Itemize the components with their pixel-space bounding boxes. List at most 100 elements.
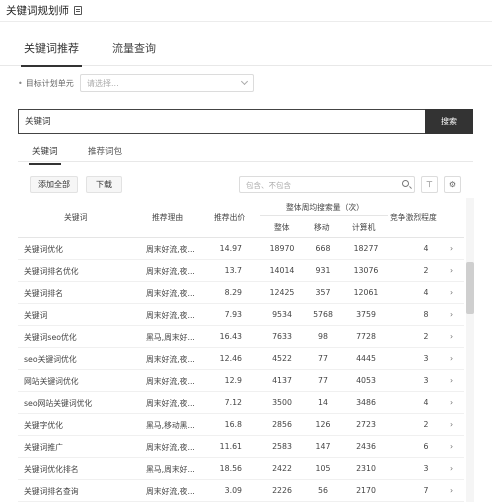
- chevron-right-icon[interactable]: ›: [450, 244, 453, 253]
- keyword-cell: 关键词seo优化: [24, 333, 77, 342]
- bid-cell: 16.8: [224, 420, 242, 429]
- chevron-right-icon[interactable]: ›: [450, 442, 453, 451]
- mobile-volume-cell: 668: [315, 244, 331, 253]
- mobile-volume-cell: 126: [315, 420, 331, 429]
- mobile-volume-cell: 105: [315, 464, 331, 473]
- total-volume-cell: 3500: [272, 398, 292, 407]
- pc-volume-cell: 3486: [356, 398, 376, 407]
- chevron-right-icon[interactable]: ›: [450, 310, 453, 319]
- mobile-volume-cell: 77: [318, 376, 328, 385]
- reason-cell: 周末好流,夜...: [146, 443, 195, 452]
- total-volume-cell: 18970: [269, 244, 295, 253]
- pc-volume-cell: 4445: [356, 354, 376, 363]
- total-volume-cell: 2856: [272, 420, 292, 429]
- filter-input[interactable]: 包含、不包含: [239, 176, 415, 193]
- pc-volume-cell: 2436: [356, 442, 376, 451]
- filter-icon[interactable]: ⊤: [421, 176, 438, 193]
- table-row[interactable]: 网站关键词优化 周末好流,夜... 12.9 4137 77 4053 3 ›: [18, 370, 464, 392]
- add-all-button[interactable]: 添加全部: [30, 176, 78, 193]
- table-row[interactable]: 关键词推广 周末好流,夜... 11.61 2583 147 2436 6 ›: [18, 436, 464, 458]
- total-volume-cell: 4137: [272, 376, 292, 385]
- header-total[interactable]: 整体: [274, 222, 290, 233]
- bid-cell: 11.61: [219, 442, 242, 451]
- header-bid[interactable]: 推荐出价: [214, 212, 245, 223]
- chevron-right-icon[interactable]: ›: [450, 376, 453, 385]
- table-body: 关键词优化 周末好流,夜... 14.97 18970 668 18277 4 › 关键词排名优…: [18, 238, 464, 502]
- table-row[interactable]: 关键字优化 黑马,移动黑... 16.8 2856 126 2723 2 ›: [18, 414, 464, 436]
- table-header: 关键词 推荐理由 推荐出价 整体周均搜索量（次） 整体 移动 计算机 竞争激烈程…: [18, 198, 464, 238]
- reason-cell: 黑马,周末好...: [146, 333, 195, 342]
- chevron-right-icon[interactable]: ›: [450, 354, 453, 363]
- competition-cell: 6: [423, 442, 429, 451]
- document-icon[interactable]: [74, 6, 82, 15]
- chevron-right-icon[interactable]: ›: [450, 464, 453, 473]
- table-row[interactable]: 关键词排名查询 周末好流,夜... 3.09 2226 56 2170 7 ›: [18, 480, 464, 502]
- bid-cell: 12.9: [224, 376, 242, 385]
- pc-volume-cell: 2723: [356, 420, 376, 429]
- table-row[interactable]: 关键词排名优化 周末好流,夜... 13.7 14014 931 13076 2 ›: [18, 260, 464, 282]
- keyword-search-input[interactable]: [19, 110, 419, 132]
- header-competition[interactable]: 竞争激烈程度: [390, 212, 437, 223]
- gear-icon[interactable]: ⚙: [444, 176, 461, 193]
- keyword-cell: 关键词: [24, 311, 48, 320]
- competition-cell: 4: [423, 244, 429, 253]
- competition-cell: 2: [423, 332, 429, 341]
- tab-traffic-query[interactable]: 流量查询: [112, 40, 156, 56]
- table-row[interactable]: 关键词 周末好流,夜... 7.93 9534 5768 3759 8 ›: [18, 304, 464, 326]
- competition-cell: 3: [423, 354, 429, 363]
- table-row[interactable]: 关键词优化排名 黑马,周末好... 18.56 2422 105 2310 3 ›: [18, 458, 464, 480]
- filter-placeholder: 包含、不包含: [246, 181, 291, 190]
- scrollbar-track[interactable]: [466, 198, 474, 502]
- header-group-divider: [260, 215, 388, 216]
- total-volume-cell: 12425: [269, 288, 295, 297]
- pc-volume-cell: 2310: [356, 464, 376, 473]
- mobile-volume-cell: 98: [318, 332, 328, 341]
- main-tabs: 关键词推荐 流量查询: [0, 32, 492, 67]
- competition-cell: 8: [423, 310, 429, 319]
- chevron-right-icon[interactable]: ›: [450, 486, 453, 495]
- reason-cell: 黑马,移动黑...: [146, 421, 195, 430]
- competition-cell: 4: [423, 398, 429, 407]
- reason-cell: 周末好流,夜...: [146, 399, 195, 408]
- total-volume-cell: 2226: [272, 486, 292, 495]
- mobile-volume-cell: 147: [315, 442, 331, 451]
- table-toolbar: 添加全部 下载 包含、不包含 ⊤ ⚙: [18, 176, 473, 194]
- target-unit-select[interactable]: 请选择...: [80, 74, 254, 92]
- total-volume-cell: 2583: [272, 442, 292, 451]
- table-row[interactable]: 关键词优化 周末好流,夜... 14.97 18970 668 18277 4 ›: [18, 238, 464, 260]
- subtab-keywords[interactable]: 关键词: [29, 145, 60, 165]
- chevron-right-icon[interactable]: ›: [450, 420, 453, 429]
- keyword-cell: 关键词优化排名: [24, 465, 79, 474]
- header-reason[interactable]: 推荐理由: [152, 212, 183, 223]
- app-title: 关键词规划师: [6, 5, 69, 17]
- total-volume-cell: 2422: [272, 464, 292, 473]
- pc-volume-cell: 13076: [353, 266, 379, 275]
- chevron-right-icon[interactable]: ›: [450, 288, 453, 297]
- table-row[interactable]: seo网站关键词优化 周末好流,夜... 7.12 3500 14 3486 4 ›: [18, 392, 464, 414]
- total-volume-cell: 14014: [269, 266, 295, 275]
- table-row[interactable]: 关键词seo优化 黑马,周末好... 16.43 7633 98 7728 2 ›: [18, 326, 464, 348]
- chevron-right-icon[interactable]: ›: [450, 398, 453, 407]
- header-keyword[interactable]: 关键词: [64, 212, 87, 223]
- table-row[interactable]: 关键词排名 周末好流,夜... 8.29 12425 357 12061 4 ›: [18, 282, 464, 304]
- chevron-right-icon[interactable]: ›: [450, 332, 453, 341]
- search-icon[interactable]: [402, 180, 409, 187]
- mobile-volume-cell: 5768: [313, 310, 333, 319]
- keyword-cell: 关键词排名查询: [24, 487, 79, 496]
- bid-cell: 3.09: [224, 486, 242, 495]
- tab-keyword-recommend[interactable]: 关键词推荐: [21, 40, 82, 67]
- subtab-recommended-packs[interactable]: 推荐词包: [88, 145, 122, 157]
- scrollbar-thumb[interactable]: [466, 262, 474, 314]
- total-volume-cell: 4522: [272, 354, 292, 363]
- download-button[interactable]: 下载: [86, 176, 122, 193]
- bid-cell: 16.43: [219, 332, 242, 341]
- table-row[interactable]: seo关键词优化 周末好流,夜... 12.46 4522 77 4445 3 ›: [18, 348, 464, 370]
- header-pc[interactable]: 计算机: [352, 222, 375, 233]
- pc-volume-cell: 2170: [356, 486, 376, 495]
- header-mobile[interactable]: 移动: [314, 222, 330, 233]
- bid-cell: 7.12: [224, 398, 242, 407]
- mobile-volume-cell: 77: [318, 354, 328, 363]
- required-dot: •: [18, 78, 23, 88]
- chevron-right-icon[interactable]: ›: [450, 266, 453, 275]
- search-button[interactable]: 搜索: [425, 109, 473, 134]
